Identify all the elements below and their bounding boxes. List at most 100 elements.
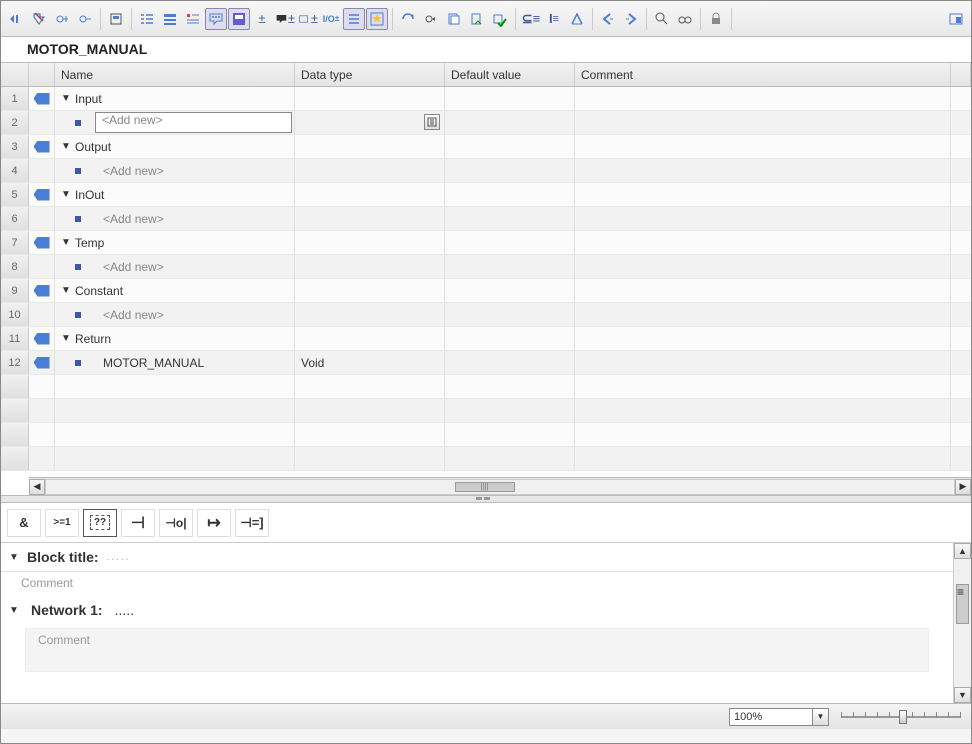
block-title-bar: MOTOR_MANUAL	[1, 37, 971, 63]
scroll-down-icon[interactable]: ▼	[954, 687, 971, 703]
scroll-right-icon[interactable]: ▶	[955, 479, 971, 495]
row-constant[interactable]: 9 ▼Constant	[1, 279, 971, 303]
network-comment[interactable]: Comment	[38, 633, 90, 647]
tb-icon-check[interactable]	[489, 8, 511, 30]
scroll-up-icon[interactable]: ▲	[954, 543, 971, 559]
main-toolbar: ± ± ± I/O± ⊆≡ I≡	[1, 1, 971, 37]
scroll-left-icon[interactable]: ◀	[29, 479, 45, 495]
tag-icon	[34, 357, 50, 369]
col-comment[interactable]: Comment	[575, 63, 951, 86]
row-temp[interactable]: 7 ▼Temp	[1, 231, 971, 255]
row-constant-add[interactable]: 10 <Add new>	[1, 303, 971, 327]
tag-icon	[34, 237, 50, 249]
chevron-down-icon[interactable]: ▼	[61, 286, 71, 296]
tb-icon-7[interactable]: ±	[274, 8, 296, 30]
col-datatype[interactable]: Data type	[295, 63, 445, 86]
chevron-down-icon[interactable]: ▼	[812, 709, 828, 725]
grid-header: Name Data type Default value Comment	[1, 63, 971, 87]
tb-icon-2[interactable]	[28, 8, 50, 30]
name-edit-input[interactable]: <Add new>	[95, 112, 292, 133]
favorites-toolbar: & >=1 ?? ⊣ ⊣o| ↦ ⊣=]	[1, 503, 971, 543]
tb-icon-c2[interactable]: I≡	[543, 8, 565, 30]
tb-icon-list1[interactable]	[136, 8, 158, 30]
fav-and[interactable]: &	[7, 509, 41, 537]
network-header[interactable]: ▼ Network 1: .....	[1, 594, 953, 624]
scroll-thumb[interactable]: ≡	[956, 584, 969, 624]
tb-icon-glasses[interactable]	[674, 8, 696, 30]
grid-hscrollbar[interactable]: ◀ |||| ▶	[29, 477, 971, 495]
chevron-down-icon[interactable]: ▼	[61, 190, 71, 200]
tb-icon-nav-fwd[interactable]	[620, 8, 642, 30]
tb-icon-5[interactable]	[105, 8, 127, 30]
chevron-down-icon[interactable]: ▼	[61, 238, 71, 248]
row-inout-add[interactable]: 6 <Add new>	[1, 207, 971, 231]
fav-jump[interactable]: ↦	[197, 509, 231, 537]
block-name: MOTOR_MANUAL	[27, 41, 147, 57]
tb-icon-9[interactable]: I/O±	[320, 8, 342, 30]
tb-icon-find[interactable]	[651, 8, 673, 30]
row-empty	[1, 423, 971, 447]
tb-icon-8[interactable]: ±	[297, 8, 319, 30]
col-name[interactable]: Name	[55, 63, 295, 86]
row-output[interactable]: 3 ▼Output	[1, 135, 971, 159]
bullet-icon	[75, 264, 81, 270]
col-default[interactable]: Default value	[445, 63, 575, 86]
chevron-down-icon[interactable]: ▼	[61, 334, 71, 344]
row-input[interactable]: 1 ▼Input	[1, 87, 971, 111]
tb-icon-goto4[interactable]	[466, 8, 488, 30]
tb-icon-3[interactable]	[51, 8, 73, 30]
chevron-down-icon[interactable]: ▼	[61, 94, 71, 104]
tb-icon-fav[interactable]	[366, 8, 388, 30]
fav-empty-box[interactable]: ??	[83, 509, 117, 537]
fav-or[interactable]: >=1	[45, 509, 79, 537]
network-body[interactable]: Comment	[25, 628, 929, 672]
slider-handle[interactable]	[899, 710, 907, 724]
tag-icon	[34, 333, 50, 345]
tb-icon-goto3[interactable]	[443, 8, 465, 30]
row-inout[interactable]: 5 ▼InOut	[1, 183, 971, 207]
row-input-add[interactable]: 2 <Add new>	[1, 111, 971, 135]
block-title-row[interactable]: ▼ Block title: .....	[1, 543, 953, 572]
tb-icon-c3[interactable]	[566, 8, 588, 30]
block-comment[interactable]: Comment	[1, 572, 953, 594]
tag-icon	[34, 141, 50, 153]
row-empty	[1, 447, 971, 471]
fav-neg-assign[interactable]: ⊣o|	[159, 509, 193, 537]
network-label: Network 1:	[31, 602, 103, 618]
row-return[interactable]: 11 ▼Return	[1, 327, 971, 351]
tb-icon-comment[interactable]	[205, 8, 227, 30]
tb-icon-c1[interactable]: ⊆≡	[520, 8, 542, 30]
tb-icon-6[interactable]: ±	[251, 8, 273, 30]
fav-assign[interactable]: ⊣	[121, 509, 155, 537]
tb-icon-goto1[interactable]	[397, 8, 419, 30]
tag-icon	[34, 93, 50, 105]
block-title-label: Block title:	[27, 549, 99, 565]
fav-branch[interactable]: ⊣=]	[235, 509, 269, 537]
network-editor: ▼ Block title: ..... Comment ▼ Network 1…	[1, 543, 971, 703]
tb-icon-list2[interactable]	[159, 8, 181, 30]
chevron-down-icon[interactable]: ▼	[9, 552, 19, 562]
tb-icon-nav-back[interactable]	[597, 8, 619, 30]
chevron-down-icon[interactable]: ▼	[61, 142, 71, 152]
row-empty	[1, 375, 971, 399]
editor-vscrollbar[interactable]: ▲ ≡ ▼	[953, 543, 971, 703]
tb-icon-10[interactable]	[343, 8, 365, 30]
horizontal-splitter[interactable]	[1, 495, 971, 503]
row-output-add[interactable]: 4 <Add new>	[1, 159, 971, 183]
bullet-icon	[75, 312, 81, 318]
status-bar: 100% ▼	[1, 703, 971, 729]
tb-icon-list3[interactable]	[182, 8, 204, 30]
datatype-dropdown-button[interactable]	[424, 114, 440, 130]
row-temp-add[interactable]: 8 <Add new>	[1, 255, 971, 279]
tb-icon-1[interactable]	[5, 8, 27, 30]
tb-icon-block[interactable]	[228, 8, 250, 30]
tb-icon-goto2[interactable]	[420, 8, 442, 30]
row-return-item[interactable]: 12 MOTOR_MANUAL Void	[1, 351, 971, 375]
zoom-slider[interactable]	[841, 710, 961, 724]
tb-icon-lock[interactable]	[705, 8, 727, 30]
tb-icon-4[interactable]	[74, 8, 96, 30]
chevron-down-icon[interactable]: ▼	[9, 605, 19, 615]
zoom-combo[interactable]: 100% ▼	[729, 708, 829, 726]
scroll-thumb[interactable]: ||||	[455, 482, 515, 492]
tb-icon-last[interactable]	[945, 8, 967, 30]
